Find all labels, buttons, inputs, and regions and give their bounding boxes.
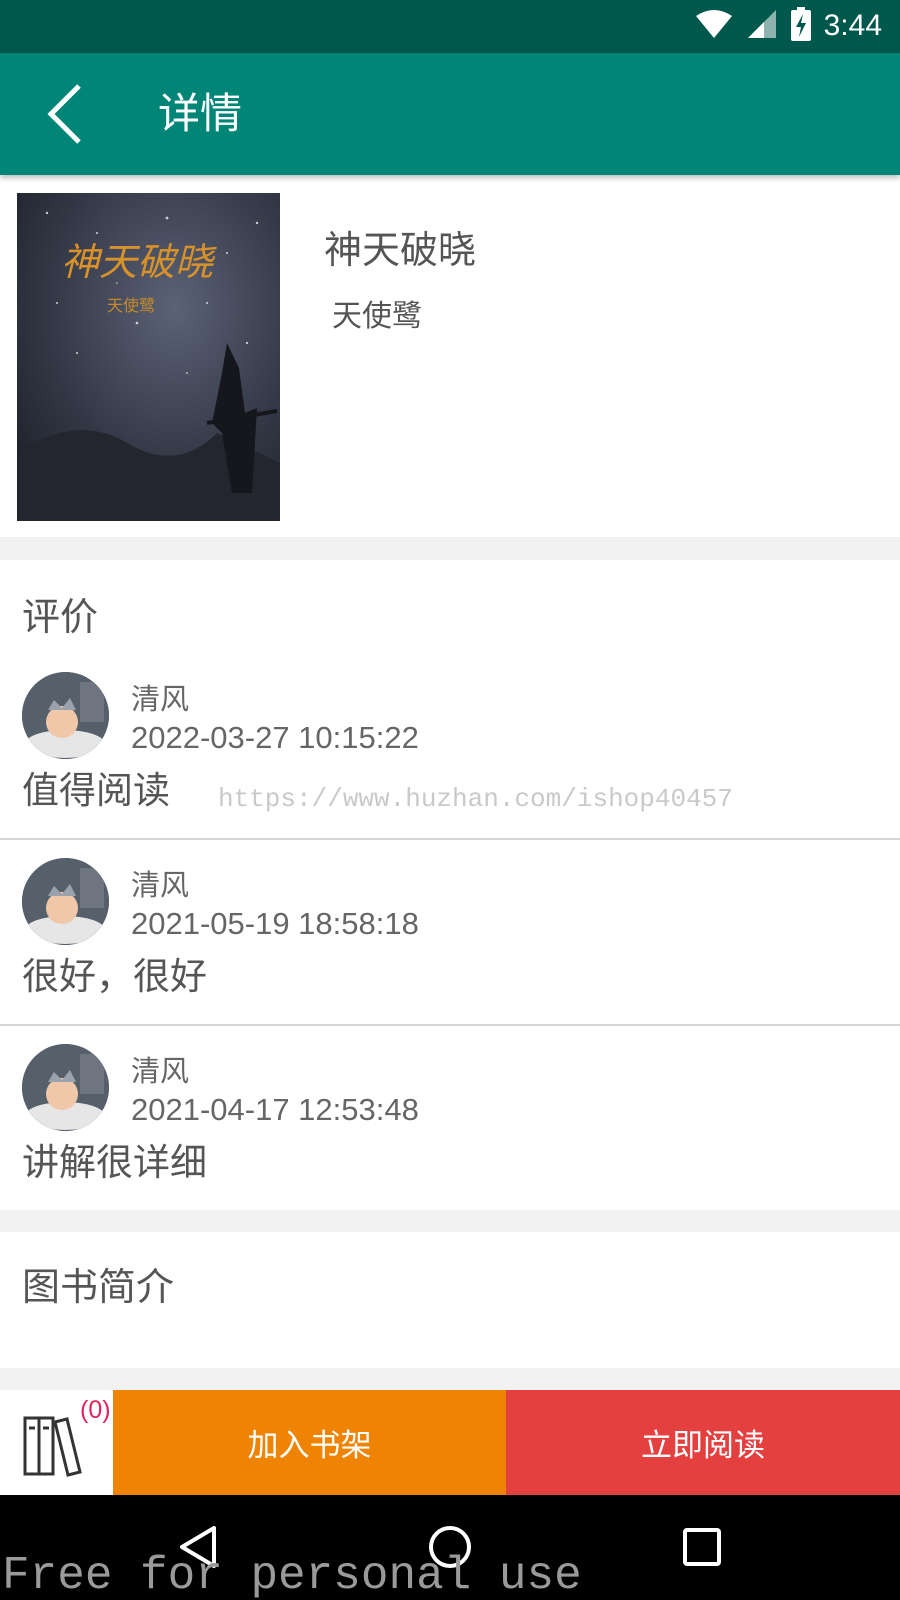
back-arrow-icon [47, 84, 81, 144]
read-now-button[interactable]: 立即阅读 [506, 1390, 900, 1495]
signal-icon [746, 8, 778, 44]
cover-title-text: 神天破晓 [61, 240, 217, 284]
book-author: 天使鹭 [332, 299, 422, 334]
comments-section: 评价 清风 2022-03-27 10:15:22 值得阅读 清风 2021-0… [0, 560, 900, 1210]
comment-item: 清风 2021-04-17 12:53:48 讲解很详细 [0, 1026, 900, 1212]
watermark-url: https://www.huzhan.com/ishop40457 [218, 784, 733, 814]
wifi-icon: x [694, 8, 734, 44]
intro-heading: 图书简介 [22, 1265, 175, 1309]
watermark-free-text: Free for personal use [2, 1550, 582, 1600]
svg-text:x: x [720, 27, 727, 40]
avatar[interactable] [22, 1044, 109, 1131]
nav-recents-icon [683, 1528, 721, 1566]
bookshelf-count-badge: (0) [80, 1396, 111, 1424]
battery-charging-icon [790, 7, 812, 45]
bookshelf-icon [23, 1416, 82, 1477]
comment-text: 值得阅读 [22, 769, 170, 812]
app-bar: 详情 [0, 53, 900, 175]
nav-recents-button[interactable] [672, 1517, 732, 1577]
comment-username: 清风 [131, 868, 190, 902]
comment-text: 讲解很详细 [22, 1141, 207, 1184]
book-info-card: 神天破晓 天使鹭 神天破晓 天使鹭 [0, 175, 900, 537]
comment-text: 很好，很好 [22, 955, 207, 998]
comments-heading: 评价 [22, 595, 99, 639]
status-bar: x 3:44 [0, 0, 900, 53]
bottom-action-bar: (0) 加入书架 立即阅读 [0, 1390, 900, 1495]
add-to-shelf-button[interactable]: 加入书架 [113, 1390, 506, 1495]
book-intro-section: 图书简介 [0, 1232, 900, 1368]
avatar[interactable] [22, 672, 109, 759]
comment-username: 清风 [131, 682, 190, 716]
cover-author-text: 天使鹭 [107, 296, 155, 315]
comment-timestamp: 2022-03-27 10:15:22 [131, 720, 419, 755]
bookshelf-button[interactable]: (0) [0, 1390, 113, 1495]
comment-timestamp: 2021-05-19 18:58:18 [131, 906, 419, 941]
avatar[interactable] [22, 858, 109, 945]
comment-timestamp: 2021-04-17 12:53:48 [131, 1092, 419, 1127]
comment-username: 清风 [131, 1054, 190, 1088]
status-icons: x 3:44 [694, 7, 882, 45]
book-title: 神天破晓 [324, 228, 477, 272]
back-button[interactable] [30, 79, 100, 149]
page-title: 详情 [158, 89, 243, 138]
status-time: 3:44 [823, 9, 882, 42]
comment-item: 清风 2021-05-19 18:58:18 很好，很好 [0, 840, 900, 1026]
book-cover-image[interactable]: 神天破晓 天使鹭 [17, 193, 280, 521]
